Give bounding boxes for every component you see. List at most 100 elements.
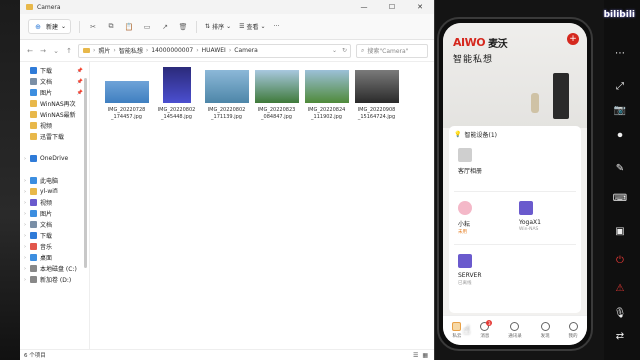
file-name-line: IMG_20220908	[357, 107, 396, 113]
refresh-icon[interactable]: ↻	[342, 47, 347, 54]
device-album[interactable]: 客厅相册	[454, 143, 515, 189]
view-dropdown[interactable]: ☰ 查看 ⌄	[239, 22, 265, 31]
forward-arrow-icon[interactable]: →	[39, 47, 47, 55]
sidebar-item[interactable]: WinNAS最新	[20, 109, 89, 120]
brand-cn: 麦沃	[488, 39, 508, 50]
nav-tab[interactable]: 发现	[540, 322, 550, 339]
chevron-right-icon[interactable]: ›	[20, 244, 30, 250]
search-input[interactable]: ⌕ 搜索"Camera"	[356, 43, 428, 58]
copy-icon[interactable]: ⧉	[106, 22, 116, 31]
sidebar-item[interactable]: › OneDrive	[20, 153, 89, 164]
chevron-right-icon[interactable]: ›	[20, 277, 30, 283]
sidebar-item[interactable]: › 本地磁盘 (C:)	[20, 263, 89, 274]
breadcrumb-item[interactable]: 14000000007	[151, 47, 193, 54]
sidebar-item[interactable]: › 音乐	[20, 241, 89, 252]
sidebar-item[interactable]: › 此电脑	[20, 175, 89, 186]
notification-icon[interactable]: ⚠	[612, 280, 628, 296]
chevron-right-icon[interactable]: ›	[20, 255, 30, 261]
chevron-right-icon[interactable]: ›	[20, 266, 30, 272]
sidebar-item-label: 图片	[40, 90, 53, 97]
devices-header[interactable]: 💡 智能设备(1)	[454, 130, 576, 139]
address-row: ← → ⌄ ↑ › 照片 › 智能私想 › 14000000007 › HUAW…	[20, 40, 434, 62]
chevron-right-icon[interactable]: ›	[20, 233, 30, 239]
chevron-right-icon[interactable]: ›	[20, 211, 30, 217]
device-yogax1[interactable]: YogaX1 Win-NAS	[515, 196, 576, 242]
device-name: SERVER	[458, 272, 482, 279]
chevron-right-icon[interactable]: ›	[20, 178, 30, 184]
chevron-right-icon[interactable]: ›	[20, 222, 30, 228]
minimize-button[interactable]: —	[350, 0, 378, 14]
device-name: 客厅相册	[458, 168, 483, 175]
more-dots-icon[interactable]: ⋯	[612, 45, 628, 61]
file-item[interactable]: IMG_20220802 _145448.jpg	[154, 67, 199, 120]
sidebar-item[interactable]: › 桌面	[20, 252, 89, 263]
details-view-icon[interactable]: ☰	[413, 352, 418, 359]
file-item[interactable]: IMG_20220802 _171139.jpg	[204, 67, 249, 120]
breadcrumb-item[interactable]: Camera	[234, 47, 258, 54]
record-icon[interactable]: ⏺	[612, 127, 628, 143]
sidebar-item[interactable]: › 图片	[20, 208, 89, 219]
sidebar-item[interactable]: 图片 📌	[20, 87, 89, 98]
files-icon[interactable]: ▣	[612, 223, 628, 239]
sidebar-item[interactable]: › 视频	[20, 197, 89, 208]
plus-icon: ⊕	[35, 22, 41, 31]
sidebar-item[interactable]: › 文档	[20, 219, 89, 230]
paste-icon[interactable]: 📋	[124, 23, 134, 31]
title-bar[interactable]: Camera — ☐ ✕	[20, 0, 434, 14]
nav-tab[interactable]: 我的	[568, 322, 578, 339]
sidebar-item[interactable]: › yl-wifi	[20, 186, 89, 197]
keyboard-icon[interactable]: ⌨	[612, 190, 628, 206]
chevron-down-icon[interactable]: ⌄	[332, 47, 337, 54]
file-item[interactable]: IMG_20220823 _084847.jpg	[254, 67, 299, 120]
breadcrumb-item[interactable]: HUAWEI	[202, 47, 226, 54]
file-item[interactable]: IMG_20220728 _174457.jpg	[104, 67, 149, 120]
file-item[interactable]: IMG_20220908 _15164724.jpg	[354, 67, 399, 120]
nav-tab[interactable]: 私云	[452, 322, 462, 339]
command-bar: ⊕ 新建 ⌄ ✂ ⧉ 📋 ▭ ↗ 🗑 ⇅ 排序 ⌄ ☰ 查看 ⌄ ···	[20, 14, 434, 40]
more-button[interactable]: ···	[274, 23, 280, 30]
sidebar-item[interactable]: 视频	[20, 120, 89, 131]
up-arrow-icon[interactable]: ↑	[65, 47, 73, 55]
chevron-right-icon[interactable]: ›	[20, 156, 30, 162]
screenshot-icon[interactable]: 📷	[612, 102, 628, 118]
power-icon[interactable]: ⏻	[612, 252, 628, 268]
maximize-button[interactable]: ☐	[378, 0, 406, 14]
new-button[interactable]: ⊕ 新建 ⌄	[28, 19, 72, 34]
fullscreen-icon[interactable]: ⤢	[612, 78, 628, 94]
back-arrow-icon[interactable]: ←	[26, 47, 34, 55]
address-bar[interactable]: › 照片 › 智能私想 › 14000000007 › HUAWEI › Cam…	[78, 43, 351, 58]
nav-tab[interactable]: 通讯录	[508, 322, 522, 339]
sidebar-item-label: 下载	[40, 233, 53, 240]
sidebar-item[interactable]: › 下载	[20, 230, 89, 241]
device-server[interactable]: SERVER 已离线	[454, 249, 515, 295]
breadcrumb-item[interactable]: 智能私想	[119, 46, 143, 55]
share-icon[interactable]: ↗	[160, 23, 170, 31]
folder-icon	[26, 4, 33, 10]
sidebar-item[interactable]: 文档 📌	[20, 76, 89, 87]
sidebar-item[interactable]: 下载 📌	[20, 65, 89, 76]
sidebar-item[interactable]: WinNAS再次	[20, 98, 89, 109]
chevron-right-icon[interactable]: ›	[20, 200, 30, 206]
sidebar-item[interactable]: 迅雷下载	[20, 131, 89, 142]
scrollbar[interactable]	[84, 78, 87, 268]
chevron-right-icon[interactable]: ›	[20, 189, 30, 195]
sort-dropdown[interactable]: ⇅ 排序 ⌄	[205, 22, 231, 31]
close-button[interactable]: ✕	[406, 0, 434, 14]
nav-tab[interactable]: 3 消息	[480, 320, 493, 339]
file-item[interactable]: IMG_20220824 _111902.jpg	[304, 67, 349, 120]
pen-icon[interactable]: ✎	[612, 160, 628, 176]
chevron-down-icon[interactable]: ⌄	[52, 47, 60, 55]
mic-icon[interactable]: 🎙	[612, 305, 628, 321]
cut-icon[interactable]: ✂	[88, 23, 98, 31]
breadcrumb-item[interactable]: 照片	[98, 46, 110, 55]
add-icon[interactable]: +	[567, 33, 579, 45]
device-xiaoyun[interactable]: 小耘 未用	[454, 196, 515, 242]
sidebar-item[interactable]: › 新加卷 (D:)	[20, 274, 89, 285]
file-name: IMG_20220824 _111902.jpg	[302, 107, 352, 120]
delete-icon[interactable]: 🗑	[178, 23, 188, 31]
folder-icon	[83, 48, 90, 53]
rename-icon[interactable]: ▭	[142, 23, 152, 31]
sync-icon[interactable]: ⇄	[612, 328, 628, 344]
tiles-view-icon[interactable]: ▦	[422, 352, 428, 359]
